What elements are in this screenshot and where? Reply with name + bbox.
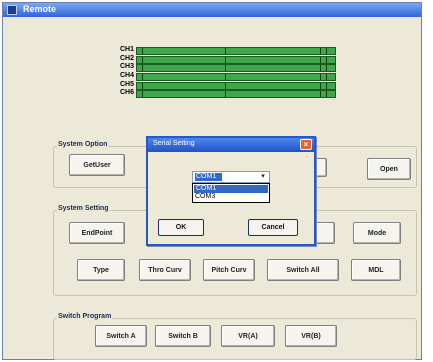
port-select[interactable]: COM1 ▾ — [192, 171, 270, 183]
window-title: Remote — [23, 4, 57, 14]
channel-label: CH2 — [119, 54, 134, 62]
channel-label: CH3 — [119, 63, 134, 71]
channel-bar — [136, 81, 336, 90]
channel-bar — [136, 55, 336, 64]
endpoint-button[interactable]: EndPoint — [69, 222, 125, 244]
serial-setting-dialog: Serial Setting × COM1 ▾ COM1 COM3 OK Can… — [146, 136, 316, 246]
system-setting-title: System Setting — [57, 205, 110, 212]
switch-program-title: Switch Program — [57, 313, 113, 320]
channel-label: CH5 — [119, 80, 134, 88]
cancel-button[interactable]: Cancel — [248, 219, 298, 236]
channel-bar — [136, 73, 336, 82]
dialog-titlebar[interactable]: Serial Setting × — [148, 138, 314, 152]
switch-b-button[interactable]: Switch B — [155, 325, 211, 347]
type-button[interactable]: Type — [77, 259, 125, 281]
channel-bar — [136, 90, 336, 99]
switch-all-button[interactable]: Switch All — [267, 259, 339, 281]
channel-label: CH6 — [119, 89, 134, 97]
vr-b-button[interactable]: VR(B) — [285, 325, 337, 347]
main-window: Remote CH1 CH2 CH3 CH4 CH5 CH6 System Op — [2, 2, 422, 360]
window-titlebar[interactable]: Remote — [3, 3, 421, 17]
get-user-button[interactable]: GetUser — [69, 154, 125, 176]
port-option[interactable]: COM1 — [194, 185, 268, 193]
mode-button[interactable]: Mode — [353, 222, 401, 244]
system-option-title: System Option — [57, 141, 109, 148]
pitch-curv-button[interactable]: Pitch Curv — [203, 259, 255, 281]
mdl-button[interactable]: MDL — [351, 259, 401, 281]
port-select-value: COM1 — [195, 173, 222, 181]
vr-a-button[interactable]: VR(A) — [221, 325, 275, 347]
open-button[interactable]: Open — [367, 158, 411, 180]
hidden-option-button[interactable] — [315, 158, 327, 177]
dialog-title: Serial Setting — [153, 140, 195, 147]
switch-a-button[interactable]: Switch A — [95, 325, 147, 347]
app-icon — [7, 5, 17, 15]
hidden-setting-button[interactable] — [315, 222, 335, 244]
channel-label: CH4 — [119, 72, 134, 80]
channel-bar — [136, 47, 336, 55]
channel-bar — [136, 64, 336, 73]
ok-button[interactable]: OK — [158, 219, 204, 236]
close-icon[interactable]: × — [300, 139, 312, 150]
port-dropdown-list: COM1 COM3 — [192, 183, 270, 203]
chevron-down-icon[interactable]: ▾ — [258, 172, 268, 182]
thro-curv-button[interactable]: Thro Curv — [139, 259, 191, 281]
port-option[interactable]: COM3 — [193, 193, 269, 201]
channel-label: CH1 — [119, 46, 134, 53]
